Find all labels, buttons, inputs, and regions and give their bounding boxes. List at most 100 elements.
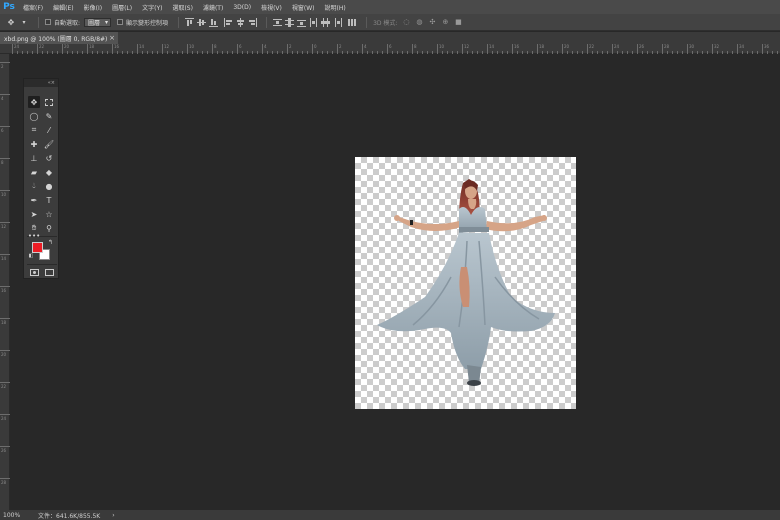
ruler-minor-tick [47,51,48,54]
ruler-label: 6 [239,44,242,49]
ruler-tick [0,190,10,191]
ruler-tick [362,44,363,54]
pen-tool-icon[interactable]: ✒ [28,194,40,206]
ruler-minor-tick [747,51,748,54]
vertical-ruler[interactable]: 2 4 6 8 10 12 14 16 18 20 22 24 26 28 [0,54,10,510]
paint-bucket-tool-icon[interactable]: ◆ [43,166,55,178]
ruler-minor-tick [457,51,458,54]
type-tool-icon[interactable]: T [43,194,55,206]
move-tool-icon[interactable]: ✥ [28,96,40,108]
align-right-icon[interactable] [248,17,258,27]
distribute-top-icon[interactable] [273,18,283,27]
menu-edit[interactable]: 編輯(E) [48,3,78,12]
auto-select-dropdown[interactable]: 圖層 [84,17,112,27]
ruler-minor-tick [372,51,373,54]
marquee-tool-icon[interactable] [43,96,55,108]
path-selection-tool-icon[interactable]: ➤ [28,208,40,220]
ruler-minor-tick [177,51,178,54]
ruler-label: 22 [589,44,595,49]
move-tool-preset-icon[interactable]: ✥ [6,17,16,27]
show-transform-checkbox[interactable] [117,19,124,25]
ruler-minor-tick [732,51,733,54]
ruler-tick [562,44,563,54]
healing-brush-tool-icon[interactable]: ✚ [28,138,40,150]
default-colors-icon[interactable]: ◧ [28,253,34,259]
ruler-minor-tick [252,51,253,54]
align-left-icon[interactable] [224,17,233,27]
ruler-minor-tick [272,51,273,54]
ruler-minor-tick [392,51,393,54]
3d-roll-icon[interactable]: ◍ [414,17,424,27]
ruler-tick [0,286,10,287]
screen-mode-icon[interactable] [43,266,55,278]
3d-scale-icon[interactable]: ■ [453,17,463,27]
document-canvas[interactable] [355,157,576,409]
ruler-minor-tick [477,51,478,54]
ruler-minor-tick [652,51,653,54]
distribute-bottom-icon[interactable] [297,18,307,27]
ruler-label: 10 [439,44,445,49]
3d-orbit-icon[interactable]: ◌ [401,17,411,27]
ruler-label: 20 [1,352,7,357]
tools-panel-header[interactable]: «× [24,79,58,87]
menu-3d[interactable]: 3D(D) [228,4,256,11]
menu-select[interactable]: 選取(S) [167,3,198,12]
eyedropper-tool-icon[interactable]: ⁄ [43,124,55,136]
ruler-tick [0,158,10,159]
status-menu-arrow-icon[interactable]: › [100,512,114,519]
swap-colors-icon[interactable]: ↰ [47,239,54,246]
history-brush-tool-icon[interactable]: ↺ [43,152,55,164]
menu-layer[interactable]: 圖層(L) [107,3,137,12]
align-bottom-icon[interactable] [209,18,219,27]
ruler-label: 28 [1,480,7,485]
align-vcenter-icon[interactable] [197,18,207,27]
ruler-minor-tick [122,51,123,54]
menu-type[interactable]: 文字(Y) [137,3,167,12]
ruler-label: 12 [464,44,470,49]
distribute-left-icon[interactable] [309,17,318,27]
menu-image[interactable]: 影像(I) [79,3,107,12]
lasso-tool-icon[interactable]: ◯ [28,110,40,122]
ruler-minor-tick [117,51,118,54]
3d-slide-icon[interactable]: ⊕ [440,17,450,27]
menu-help[interactable]: 說明(H) [320,3,351,12]
distribute-hcenter-icon[interactable] [321,17,331,27]
ruler-tick [112,44,113,54]
eraser-tool-icon[interactable]: ▰ [28,166,40,178]
auto-select-checkbox[interactable] [45,19,51,25]
clone-stamp-tool-icon[interactable]: ⊥ [28,152,40,164]
ruler-tick [312,44,313,54]
zoom-level[interactable]: 100% [0,512,32,519]
shape-tool-icon[interactable]: ☆ [43,208,55,220]
align-top-icon[interactable] [185,17,195,27]
ruler-label: 8 [414,44,417,49]
close-icon[interactable]: × [109,32,115,44]
zoom-tool-icon[interactable]: ⚲ [43,222,55,234]
brush-tool-icon[interactable]: 🖌︎ [43,138,55,150]
ruler-minor-tick [22,51,23,54]
ruler-minor-tick [32,51,33,54]
chevron-down-icon[interactable]: ▾ [19,17,29,27]
menu-view[interactable]: 檢視(V) [256,3,287,12]
ruler-minor-tick [227,51,228,54]
edit-toolbar-icon[interactable]: ••• [28,230,40,242]
ruler-minor-tick [447,51,448,54]
align-hcenter-icon[interactable] [236,17,245,27]
menu-window[interactable]: 視窗(W) [287,3,320,12]
menu-file[interactable]: 檔案(F) [18,3,48,12]
distribute-vcenter-icon[interactable] [285,17,295,27]
ruler-label: 14 [1,256,7,261]
distribute-right-icon[interactable] [333,17,343,27]
quick-mask-icon[interactable] [28,266,40,278]
3d-pan-icon[interactable]: ✣ [427,17,437,27]
horizontal-ruler[interactable]: 24 22 20 18 16 14 12 10 8 6 4 2 0 2 4 6 8 10 12 14 16 18 20 22 2… [0,44,780,54]
quick-select-tool-icon[interactable]: ✎ [43,110,55,122]
foreground-color-swatch[interactable] [32,242,43,253]
blur-tool-icon[interactable]: 💧︎ [28,180,40,192]
crop-tool-icon[interactable]: ⌗ [28,124,40,136]
menu-filter[interactable]: 濾鏡(T) [198,3,228,12]
document-tab[interactable]: xbd.png @ 100% (圖層 0, RGB/8#) × [0,32,118,44]
ruler-minor-tick [132,51,133,54]
dodge-tool-icon[interactable]: ● [43,180,55,192]
auto-align-icon[interactable] [348,18,357,27]
